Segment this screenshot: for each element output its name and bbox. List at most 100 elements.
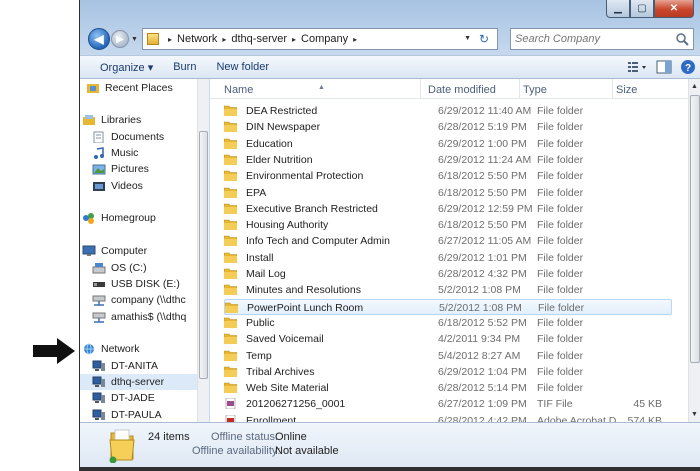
file-row[interactable]: Education 6/29/2012 1:00 PM File folder xyxy=(224,136,672,152)
address-bar[interactable]: ▸ Network ▸ dthq-server ▸ Company ▸ ▼ ↻ xyxy=(142,28,498,50)
back-button[interactable]: ◀ xyxy=(88,28,110,50)
forward-button[interactable]: ▶ xyxy=(111,30,129,48)
sidebar-item-dt-paula[interactable]: DT-PAULA xyxy=(80,407,197,422)
burn-button[interactable]: Burn xyxy=(163,61,206,73)
maximize-button[interactable]: ▢ xyxy=(630,0,654,18)
file-type: Adobe Acrobat D... xyxy=(537,414,626,422)
file-row[interactable]: EPA 6/18/2012 5:50 PM File folder xyxy=(224,185,672,201)
network-computer-icon xyxy=(92,360,105,371)
file-type: File folder xyxy=(537,235,584,248)
help-icon[interactable]: ? xyxy=(676,56,700,78)
sidebar-item-network[interactable]: Network xyxy=(80,341,197,357)
file-name: DEA Restricted xyxy=(246,105,318,117)
file-list: ▲ Name Date modified Type Size DEA Restr… xyxy=(210,79,688,422)
minimize-button[interactable]: ▁ xyxy=(606,0,630,18)
file-row[interactable]: Executive Branch Restricted 6/29/2012 12:… xyxy=(224,201,672,217)
sidebar-item-dt-anita[interactable]: DT-ANITA xyxy=(80,358,197,374)
column-divider[interactable] xyxy=(612,79,613,99)
file-date-modified: 6/29/2012 1:00 PM xyxy=(438,137,527,150)
search-box[interactable] xyxy=(510,28,694,50)
column-header-row: ▲ Name Date modified Type Size xyxy=(210,79,688,99)
recent-pages-dropdown[interactable]: ▼ xyxy=(131,36,138,43)
close-button[interactable]: ✕ xyxy=(654,0,694,18)
sidebar-item-recent-places[interactable]: Recent Places xyxy=(80,80,197,96)
pictures-icon xyxy=(92,164,106,175)
search-icon[interactable] xyxy=(675,32,689,46)
file-date-modified: 6/29/2012 1:04 PM xyxy=(438,365,527,378)
file-row[interactable]: Install 6/29/2012 1:01 PM File folder xyxy=(224,250,672,266)
breadcrumb-separator[interactable]: ▸ xyxy=(292,35,296,44)
file-row[interactable]: Tribal Archives 6/29/2012 1:04 PM File fol… xyxy=(224,364,672,380)
file-row[interactable]: Mail Log 6/28/2012 4:32 PM File folder xyxy=(224,266,672,282)
file-row[interactable]: Elder Nutrition 6/29/2012 11:24 AM File fo… xyxy=(224,152,672,168)
column-type[interactable]: Type xyxy=(523,84,547,96)
file-row[interactable]: Info Tech and Computer Admin 6/27/2012 11… xyxy=(224,233,672,249)
column-divider[interactable] xyxy=(519,79,520,99)
sidebar-item-company-dthc[interactable]: company (\\dthc xyxy=(80,292,197,308)
file-row[interactable]: Enrollment 6/28/2012 4:42 PM Adobe Acrobat… xyxy=(224,413,672,422)
column-date-modified[interactable]: Date modified xyxy=(428,84,496,96)
breadcrumb-company[interactable]: Company xyxy=(301,33,348,45)
sidebar-item-videos[interactable]: Videos xyxy=(80,178,197,194)
scroll-down-icon[interactable]: ▼ xyxy=(691,411,698,418)
folder-icon xyxy=(224,252,237,263)
file-row[interactable]: Housing Authority 6/18/2012 5:50 PM File f… xyxy=(224,217,672,233)
search-input[interactable] xyxy=(511,29,661,49)
sidebar-item-homegroup[interactable]: Homegroup xyxy=(80,210,197,226)
sidebar-item-music[interactable]: Music xyxy=(80,145,197,161)
sidebar-item-label: Documents xyxy=(111,131,165,143)
address-dropdown-icon[interactable]: ▼ xyxy=(464,35,471,42)
file-type: File folder xyxy=(537,170,584,183)
sidebar-item-computer[interactable]: Computer xyxy=(80,243,197,259)
file-type: File folder xyxy=(537,121,584,134)
file-row[interactable]: DIN Newspaper 6/28/2012 5:19 PM File folde… xyxy=(224,119,672,135)
breadcrumb-dthq-server[interactable]: dthq-server xyxy=(231,33,287,45)
file-date-modified: 6/27/2012 11:05 AM xyxy=(438,235,532,248)
change-view-icon[interactable] xyxy=(618,56,652,78)
navigation-pane-scroll-thumb[interactable] xyxy=(199,131,208,379)
file-row[interactable]: PowerPoint Lunch Room 5/2/2012 1:08 PM Fil… xyxy=(224,298,672,315)
breadcrumb-separator[interactable]: ▸ xyxy=(168,35,172,44)
column-size[interactable]: Size xyxy=(616,84,637,96)
sidebar-item-dt-jade[interactable]: DT-JADE xyxy=(80,390,197,406)
column-name[interactable]: Name xyxy=(224,84,253,96)
sidebar-item-libraries[interactable]: Libraries xyxy=(80,112,197,128)
breadcrumb-network[interactable]: Network xyxy=(177,33,217,45)
file-list-scroll-thumb[interactable] xyxy=(690,95,700,363)
file-row[interactable]: 201206271256_0001 6/27/2012 1:09 PM TIF Fi… xyxy=(224,396,672,412)
file-row[interactable]: Environmental Protection 6/18/2012 5:50 P… xyxy=(224,168,672,184)
navigation-pane-scrollbar[interactable] xyxy=(197,79,209,422)
new-folder-button[interactable]: New folder xyxy=(206,61,279,73)
preview-pane-icon[interactable] xyxy=(652,56,676,78)
file-row[interactable]: Web Site Material 6/28/2012 5:14 PM File f… xyxy=(224,380,672,396)
file-date-modified: 6/18/2012 5:50 PM xyxy=(438,219,527,232)
column-divider[interactable] xyxy=(420,79,421,99)
folder-icon xyxy=(224,366,237,377)
file-date-modified: 6/29/2012 1:01 PM xyxy=(438,251,527,264)
sidebar-item-pictures[interactable]: Pictures xyxy=(80,161,197,177)
refresh-icon[interactable]: ↻ xyxy=(475,31,493,47)
sidebar-item-amathis-dthq[interactable]: amathis$ (\\dthq xyxy=(80,309,197,325)
file-list-scrollbar[interactable]: ▲ ▼ xyxy=(688,79,700,422)
file-row[interactable]: Public 6/18/2012 5:52 PM File folder xyxy=(224,315,672,331)
organize-button[interactable]: Organize ▾ xyxy=(80,61,163,74)
file-row[interactable]: Temp 5/4/2012 8:27 AM File folder xyxy=(224,348,672,364)
file-date-modified: 5/2/2012 1:08 PM xyxy=(439,301,522,314)
sidebar-item-usb-disk-e[interactable]: USB DISK (E:) xyxy=(80,276,197,292)
file-type: File folder xyxy=(537,382,584,395)
folder-icon xyxy=(224,170,237,182)
file-row[interactable]: Minutes and Resolutions 5/2/2012 1:08 PM F… xyxy=(224,282,672,298)
file-type: File folder xyxy=(537,153,584,166)
file-row[interactable]: Saved Voicemail 4/2/2011 9:34 PM File fold… xyxy=(224,331,672,347)
breadcrumb-separator[interactable]: ▸ xyxy=(353,35,357,44)
file-name: Install xyxy=(246,251,274,264)
sidebar-item-os-c[interactable]: OS (C:) xyxy=(80,260,197,276)
file-row[interactable]: DEA Restricted 6/29/2012 11:40 AM File fol… xyxy=(224,103,672,119)
sidebar-item-dthq-server[interactable]: dthq-server xyxy=(80,374,197,390)
sidebar-item-documents[interactable]: Documents xyxy=(80,129,197,145)
breadcrumb-separator[interactable]: ▸ xyxy=(222,35,226,44)
file-name: Housing Authority xyxy=(246,219,329,232)
explorer-window: ▁ ▢ ✕ ◀ ▶ ▼ ▸ Network ▸ dthq-server ▸ Co… xyxy=(79,0,700,471)
scroll-up-icon[interactable]: ▲ xyxy=(691,83,698,90)
file-name: Mail Log xyxy=(246,268,286,280)
